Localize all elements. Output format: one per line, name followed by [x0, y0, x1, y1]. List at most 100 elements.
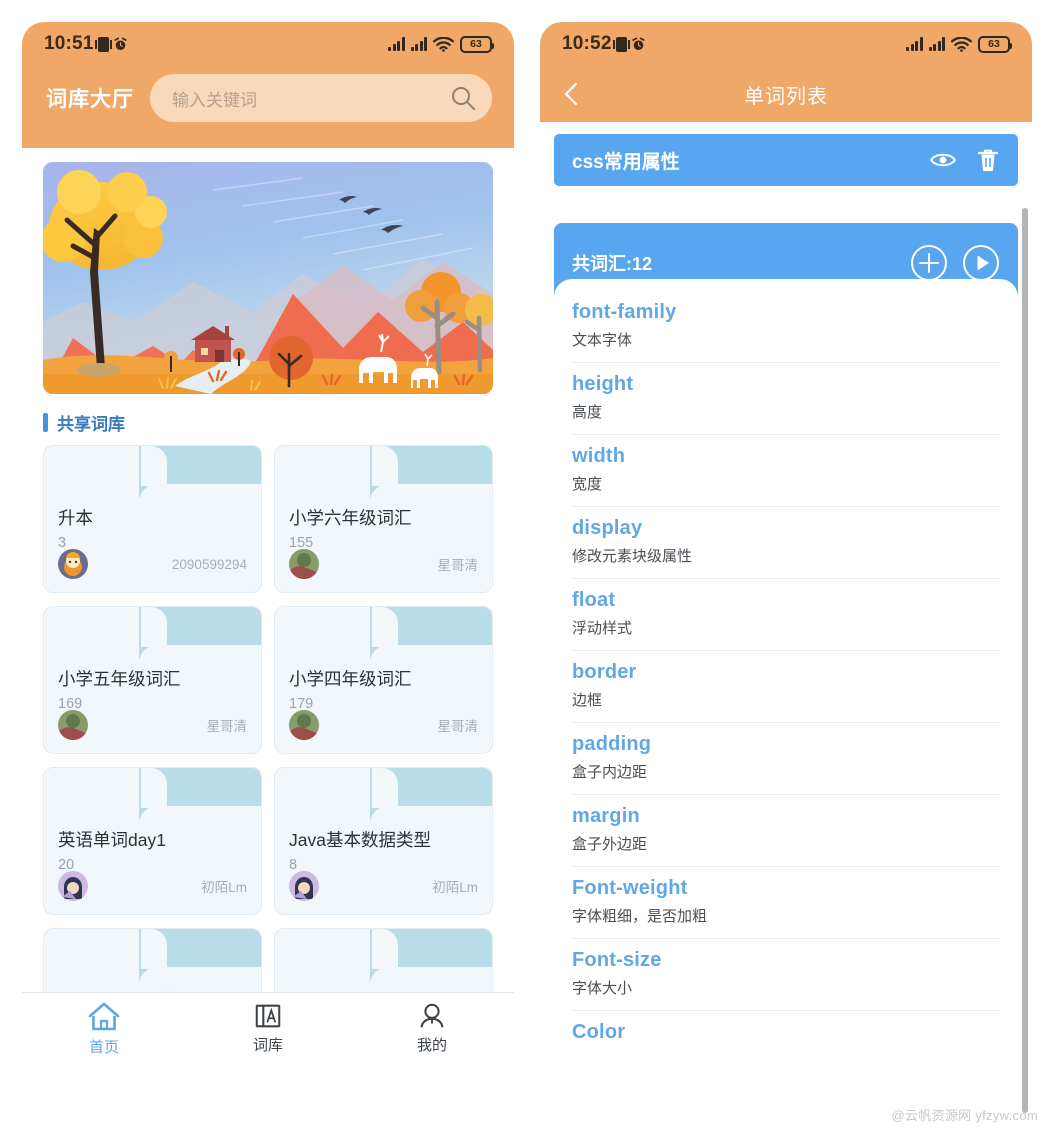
play-circle-icon[interactable]: [962, 244, 1000, 282]
word-term: display: [572, 517, 643, 539]
card-footer: 星哥清: [289, 549, 478, 579]
status-left-group: 10:52: [562, 33, 646, 55]
autumn-landscape-svg: [43, 162, 493, 394]
battery-icon: 63: [460, 35, 494, 53]
word-list-section: 共词汇:12 font-family 文本字体 height 高度 width …: [554, 223, 1018, 1056]
card-title: 小学五年级词汇: [58, 669, 181, 689]
status-time: 10:51: [44, 33, 94, 54]
phone-left: 10:51 63 词库大厅 输入关键词 共享词库 升本 3 2090599294…: [22, 22, 514, 1130]
plus-circle-icon[interactable]: [910, 244, 948, 282]
word-item[interactable]: width 宽度: [572, 435, 1000, 507]
signal-bars-icon-1: [388, 37, 405, 51]
library-card-grid: 升本 3 2090599294 小学六年级词汇 155 星哥清 小学五年级词汇 …: [22, 445, 514, 1070]
word-list-panel: font-family 文本字体 height 高度 width 宽度 disp…: [554, 279, 1018, 1056]
search-icon[interactable]: [450, 85, 476, 111]
card-author: 星哥清: [206, 719, 248, 734]
signal-bars-icon-1: [906, 37, 923, 51]
word-item[interactable]: border 边框: [572, 651, 1000, 723]
trash-icon[interactable]: [976, 147, 1000, 173]
folder-notch: [372, 768, 398, 808]
card-author: 星哥清: [437, 558, 479, 573]
library-card[interactable]: Java基本数据类型 8 初陌Lm: [274, 767, 493, 915]
tab-profile[interactable]: 我的: [350, 1001, 514, 1055]
battery-level: 63: [988, 38, 1000, 50]
library-card[interactable]: 英语单词day1 20 初陌Lm: [43, 767, 262, 915]
word-term: width: [572, 445, 626, 467]
card-title: Java基本数据类型: [289, 830, 431, 850]
search-bar[interactable]: 输入关键词: [150, 74, 492, 122]
right-header: 10:52 63 单词列表: [540, 22, 1032, 122]
section-accent-bar: [43, 413, 48, 432]
tab-profile-label[interactable]: 我的: [417, 1034, 447, 1055]
battery-icon: 63: [978, 35, 1012, 53]
alarm-icon: [631, 37, 646, 52]
vertical-scrollbar[interactable]: [1022, 208, 1028, 1113]
card-footer: 2090599294: [58, 549, 247, 579]
chevron-left-icon[interactable]: [558, 80, 586, 108]
avatar: [58, 871, 88, 901]
word-item[interactable]: font-family 文本字体: [572, 291, 1000, 363]
word-definition: 盒子内边距: [572, 764, 648, 781]
word-definition: 字体大小: [572, 980, 633, 997]
folder-notch: [372, 929, 398, 969]
word-term: Font-weight: [572, 877, 688, 899]
word-term: height: [572, 373, 634, 395]
word-item[interactable]: float 浮动样式: [572, 579, 1000, 651]
tab-home[interactable]: 首页: [22, 1001, 186, 1057]
bottom-tab-bar: 首页 词库 我的: [22, 992, 514, 1070]
phone-right: 10:52 63 单词列表 css常用属性 共词汇:12 font-family…: [540, 22, 1032, 1130]
card-title: 英语单词day1: [58, 830, 166, 850]
card-title: 小学四年级词汇: [289, 669, 412, 689]
library-card[interactable]: 小学五年级词汇 169 星哥清: [43, 606, 262, 754]
wifi-icon: [951, 36, 972, 52]
word-list-actions: [910, 244, 1000, 282]
left-status-bar: 10:51 63: [22, 22, 514, 66]
word-definition: 边框: [572, 692, 603, 709]
status-right-group: 63: [906, 35, 1012, 53]
wordset-name: css常用属性: [572, 151, 680, 173]
screenshot-root: 10:51 63 词库大厅 输入关键词 共享词库 升本 3 2090599294…: [0, 0, 1050, 1132]
eye-icon[interactable]: [930, 151, 956, 169]
word-item[interactable]: display 修改元素块级属性: [572, 507, 1000, 579]
library-card[interactable]: 小学四年级词汇 179 星哥清: [274, 606, 493, 754]
wifi-icon: [433, 36, 454, 52]
word-item[interactable]: Font-weight 字体粗细，是否加粗: [572, 867, 1000, 939]
word-item[interactable]: Font-size 字体大小: [572, 939, 1000, 1011]
navbar: 单词列表: [540, 66, 1032, 122]
card-author: 2090599294: [171, 556, 247, 572]
library-card[interactable]: 升本 3 2090599294: [43, 445, 262, 593]
word-count-label: 共词汇:12: [572, 254, 653, 274]
avatar: [58, 710, 88, 740]
tab-dictionary[interactable]: 词库: [186, 1001, 350, 1055]
tab-dictionary-label[interactable]: 词库: [253, 1034, 283, 1055]
word-item[interactable]: Color: [572, 1011, 1000, 1056]
word-definition: 文本字体: [572, 332, 633, 349]
banner-illustration[interactable]: [43, 162, 493, 394]
card-footer: 初陌Lm: [289, 871, 478, 901]
search-input[interactable]: 输入关键词: [172, 86, 450, 111]
card-author: 初陌Lm: [201, 880, 247, 895]
word-definition: 宽度: [572, 476, 603, 493]
word-item[interactable]: margin 盒子外边距: [572, 795, 1000, 867]
alarm-icon: [113, 37, 128, 52]
library-card[interactable]: 小学六年级词汇 155 星哥清: [274, 445, 493, 593]
signal-bars-icon-2: [928, 37, 945, 51]
person-icon[interactable]: [417, 1001, 447, 1031]
folder-notch: [141, 607, 167, 647]
word-definition: 浮动样式: [572, 620, 633, 637]
word-item[interactable]: height 高度: [572, 363, 1000, 435]
card-title: 升本: [58, 508, 93, 528]
home-icon[interactable]: [87, 1001, 121, 1033]
word-item[interactable]: padding 盒子内边距: [572, 723, 1000, 795]
wordset-header-card[interactable]: css常用属性: [554, 134, 1018, 186]
word-definition: 高度: [572, 404, 603, 421]
word-term: Color: [572, 1021, 626, 1043]
tab-home-label[interactable]: 首页: [89, 1036, 119, 1057]
vibrate-icon: [94, 36, 112, 52]
dictionary-icon[interactable]: [253, 1001, 283, 1031]
card-title: 小学六年级词汇: [289, 508, 412, 528]
card-author: 初陌Lm: [432, 880, 478, 895]
folder-notch: [372, 446, 398, 486]
left-header: 10:51 63 词库大厅 输入关键词: [22, 22, 514, 148]
word-term: padding: [572, 733, 652, 755]
